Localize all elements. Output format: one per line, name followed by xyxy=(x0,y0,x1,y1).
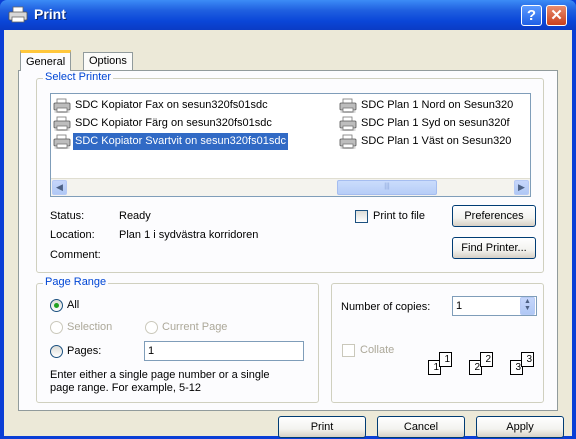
radio-selected-dot xyxy=(54,303,59,308)
page-range-group: Page Range All Selection Current Page Pa… xyxy=(36,276,319,403)
chevron-right-icon: ▶ xyxy=(518,182,525,192)
print-button[interactable]: Print xyxy=(278,416,366,438)
copies-spinner[interactable]: ▲ ▼ xyxy=(520,297,535,315)
printer-icon xyxy=(53,134,71,149)
status-label: Status: xyxy=(50,210,85,222)
horizontal-scrollbar[interactable]: ◀ ||| ▶ xyxy=(51,178,530,196)
printer-name: SDC Plan 1 Väst on Sesun320 xyxy=(361,135,512,147)
close-button[interactable]: ✕ xyxy=(546,5,567,26)
title-bar[interactable]: Print ? ✕ xyxy=(0,0,576,30)
chevron-left-icon: ◀ xyxy=(56,182,63,192)
all-label: All xyxy=(67,299,80,311)
printer-icon xyxy=(339,116,357,131)
printer-item[interactable]: SDC Plan 1 Väst on Sesun320 xyxy=(339,133,530,150)
print-dialog-window: Print ? ✕ General Options Select Printer… xyxy=(0,0,576,439)
printer-icon xyxy=(53,98,71,113)
selection-radio[interactable] xyxy=(50,321,63,334)
find-printer-button[interactable]: Find Printer... xyxy=(452,237,536,259)
printer-list[interactable]: SDC Kopiator Fax on sesun320fs01sdc SDC … xyxy=(50,93,531,197)
current-page-label: Current Page xyxy=(162,321,228,333)
apply-button[interactable]: Apply xyxy=(476,416,564,438)
general-tab-panel: Select Printer SDC Kopiator Fax on sesun… xyxy=(18,70,558,411)
cancel-button[interactable]: Cancel xyxy=(377,416,465,438)
collate-label: Collate xyxy=(360,344,395,356)
printer-name: SDC Plan 1 Syd on sesun320f xyxy=(361,117,510,129)
number-of-copies-label: Number of copies: xyxy=(341,301,431,313)
window-title: Print xyxy=(34,6,66,22)
pages-radio[interactable] xyxy=(50,345,63,358)
comment-label: Comment: xyxy=(50,249,101,261)
help-button[interactable]: ? xyxy=(521,5,542,26)
printer-icon xyxy=(339,134,357,149)
question-mark-icon: ? xyxy=(526,7,537,24)
spin-up-icon: ▲ xyxy=(524,298,531,305)
print-to-file-label: Print to file xyxy=(373,210,425,222)
collate-page: 2 xyxy=(480,352,493,367)
collate-checkbox[interactable] xyxy=(342,344,355,357)
printer-icon xyxy=(53,116,71,131)
dialog-body: General Options Select Printer SDC Kopia… xyxy=(4,30,572,438)
select-printer-label: Select Printer xyxy=(43,71,114,83)
page-range-label: Page Range xyxy=(43,276,109,288)
tab-general[interactable]: General xyxy=(20,50,72,71)
printer-icon xyxy=(8,6,28,23)
scrollbar-thumb[interactable]: ||| xyxy=(337,180,437,195)
location-value: Plan 1 i sydvästra korridoren xyxy=(119,229,259,241)
printer-name: SDC Plan 1 Nord on Sesun320 xyxy=(361,99,514,111)
pages-label: Pages: xyxy=(67,345,102,357)
collate-page: 3 xyxy=(521,352,534,367)
scroll-right-button[interactable]: ▶ xyxy=(514,180,529,195)
printer-name: SDC Kopiator Fax on sesun320fs01sdc xyxy=(75,99,268,111)
page-range-hint-line1: Enter either a single page number or a s… xyxy=(50,369,270,381)
preferences-button[interactable]: Preferences xyxy=(452,205,536,227)
status-value: Ready xyxy=(119,210,151,222)
pages-input[interactable]: 1 xyxy=(144,341,304,361)
select-printer-group: Select Printer SDC Kopiator Fax on sesun… xyxy=(36,71,544,273)
spin-down-icon: ▼ xyxy=(524,305,531,312)
all-radio[interactable] xyxy=(50,299,63,312)
print-to-file-checkbox[interactable] xyxy=(355,210,368,223)
selection-label: Selection xyxy=(67,321,113,333)
close-icon: ✕ xyxy=(550,7,563,24)
printer-icon xyxy=(339,98,357,113)
copies-group: Number of copies: 1 ▲ ▼ Collate 1 1 2 2 3… xyxy=(331,283,544,403)
printer-name: SDC Kopiator Färg on sesun320fs01sdc xyxy=(75,117,272,129)
tab-options[interactable]: Options xyxy=(83,52,133,70)
grip-icon: ||| xyxy=(384,183,390,190)
location-label: Location: xyxy=(50,229,95,241)
collate-page: 1 xyxy=(439,352,452,367)
printer-name: SDC Kopiator Svartvit on sesun320fs01sdc xyxy=(72,132,289,151)
scroll-left-button[interactable]: ◀ xyxy=(52,180,67,195)
printer-item[interactable]: SDC Plan 1 Nord on Sesun320 xyxy=(339,97,530,114)
printer-item[interactable]: SDC Plan 1 Syd on sesun320f xyxy=(339,115,530,132)
current-page-radio[interactable] xyxy=(145,321,158,334)
page-range-hint-line2: page range. For example, 5-12 xyxy=(50,382,202,394)
